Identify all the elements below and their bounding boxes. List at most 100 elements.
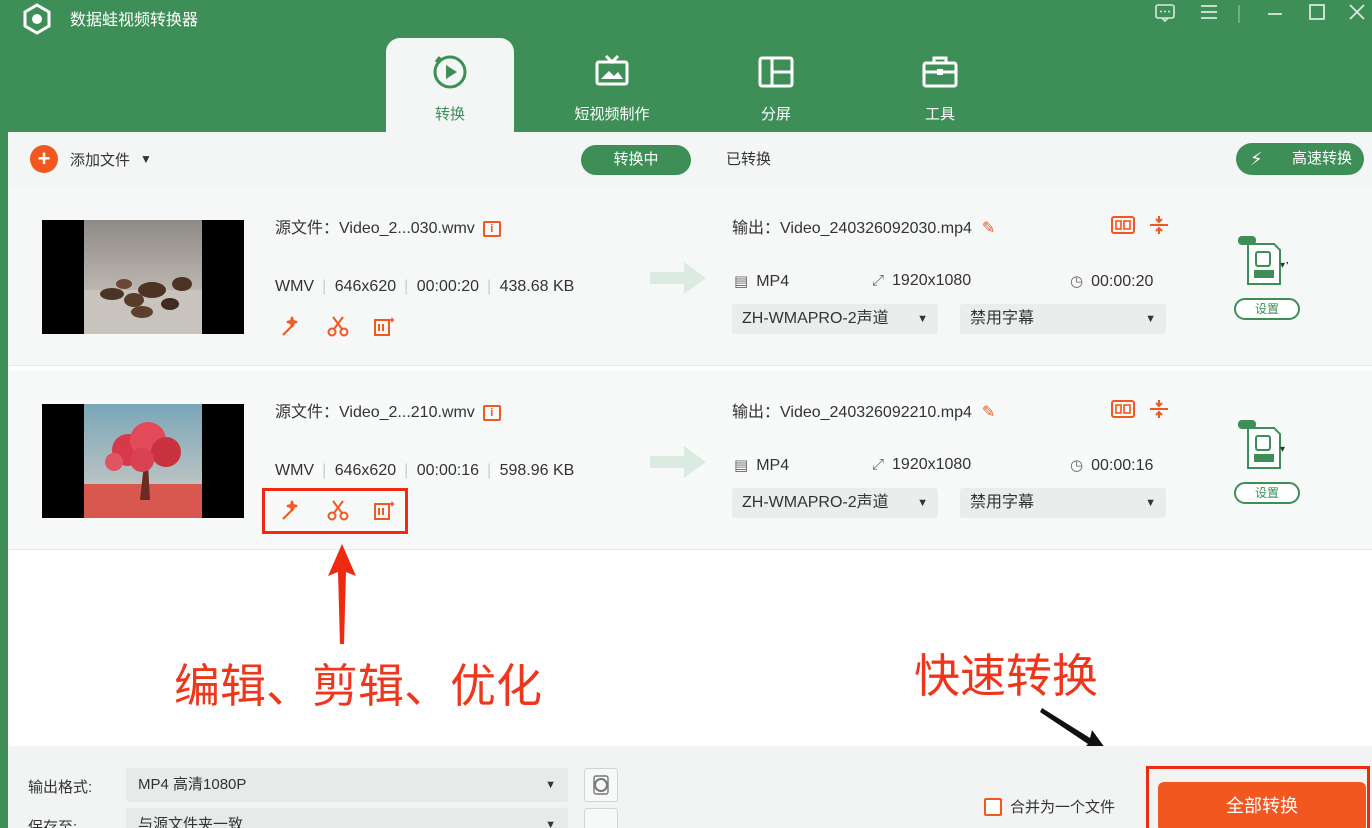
tab-tools[interactable]: 工具 [876,38,1004,134]
tv-icon [595,54,629,86]
tab-split-screen[interactable]: 分屏 [712,38,840,134]
merge-checkbox[interactable] [984,797,1002,816]
maximize-icon[interactable] [1304,3,1330,25]
subtitle-select[interactable]: 禁用字幕 ▼ [960,304,1166,334]
audio-track-select[interactable]: ZH-WMAPRO-2声道 ▼ [732,488,938,518]
source-duration: 00:00:20 [416,278,479,295]
merge-checkbox-row[interactable]: 合并为一个文件 [984,796,1115,817]
save-to-select-value: 与源文件夹一致 [138,816,244,828]
close-icon[interactable] [1344,3,1370,25]
edit-wand-icon[interactable] [280,314,304,338]
clock-icon: ◷ [1070,273,1084,290]
edit-tools [280,314,410,342]
merge-label: 合并为一个文件 [1010,799,1116,816]
chevron-down-icon: ▼ [545,819,556,828]
file-row: 源文件：Video_2...210.wmv i WMV | 646x620 | 00:… [8,370,1372,550]
chevron-down-icon[interactable]: ▼ [140,152,152,166]
source-file-label: 源文件：Video_2...030.wmv [275,220,475,237]
title-divider [1238,5,1240,23]
video-thumbnail[interactable] [42,220,244,334]
output-format-value: MP4 [756,273,790,290]
subtitle-edit-icon[interactable] [1110,214,1136,236]
plus-icon: + [30,145,58,173]
source-resolution: 646x620 [334,278,397,295]
tab-converted[interactable]: 已转换 [726,145,771,175]
output-format-mp4-icon[interactable]: ▾ [1228,416,1288,472]
subtitle-edit-icon[interactable] [1110,398,1136,420]
menu-icon[interactable] [1196,3,1222,25]
tab-convert-label: 转换 [434,106,465,123]
minimize-icon[interactable] [1262,3,1288,25]
output-format-mp4-icon[interactable]: ▾ [1228,232,1288,288]
source-meta: WMV | 646x620 | 00:00:16 | 598.96 KB [275,462,575,479]
toolbox-icon [922,56,958,88]
info-icon[interactable]: i [482,405,501,421]
chevron-down-icon: ▼ [545,779,556,791]
tab-split-screen-label: 分屏 [760,106,791,123]
video-thumbnail[interactable] [42,404,244,518]
window-left-border [0,132,8,828]
output-duration-value: 00:00:16 [1091,457,1154,474]
open-folder-button[interactable] [584,808,618,828]
turbo-convert-button[interactable]: ⚡ 高速转换 [1236,143,1364,175]
annotation-caption-tools: 编辑、剪辑、优化 [174,659,542,713]
source-file-name: 源文件：Video_2...030.wmv i [275,214,501,238]
compress-icon[interactable] [1146,214,1172,236]
source-size: 598.96 KB [499,462,575,479]
chevron-down-icon: ▼ [917,497,928,509]
enhance-icon[interactable] [372,314,396,338]
film-icon: ▤ [734,273,749,290]
source-resolution: 646x620 [334,462,397,479]
source-file-label: 源文件：Video_2...210.wmv [275,404,475,421]
source-format: WMV [275,462,315,479]
format-settings-button[interactable] [584,768,618,802]
tab-converting[interactable]: 转换中 [581,145,691,175]
output-format-select[interactable]: MP4 高清1080P ▼ [126,768,568,802]
audio-track-value: ZH-WMAPRO-2声道 [742,310,889,327]
settings-button[interactable]: 设置 [1234,482,1300,504]
compress-icon[interactable] [1146,398,1172,420]
chevron-down-icon: ▼ [917,313,928,325]
audio-track-select[interactable]: ZH-WMAPRO-2声道 ▼ [732,304,938,334]
source-file-name: 源文件：Video_2...210.wmv i [275,398,501,422]
svg-text:▾: ▾ [1280,260,1285,271]
annotation-arrow-up [328,544,356,644]
output-file-name: 输出：Video_240326092030.mp4 ✎ [732,214,995,238]
add-file-label: 添加文件 [70,151,131,169]
add-file-button[interactable]: + 添加文件 ▼ [30,145,152,173]
output-resolution: ⤢ 1920x1080 [872,456,971,474]
scissors-icon[interactable] [326,314,350,338]
output-duration-value: 00:00:20 [1091,273,1154,290]
output-format-value: MP4 [756,457,790,474]
arrow-right-icon [650,262,706,294]
gear-icon [593,775,609,795]
output-format: ▤ MP4 [734,456,789,475]
output-resolution-value: 1920x1080 [892,456,972,473]
output-file-label: 输出：Video_240326092030.mp4 [732,220,972,237]
svg-text:▾: ▾ [1280,444,1285,455]
turbo-convert-label: 高速转换 [1291,150,1352,167]
pencil-icon[interactable]: ✎ [982,402,995,422]
output-duration: ◷ 00:00:20 [1070,272,1153,291]
app-title: 数据蛙视频转换器 [70,12,199,29]
save-to-label: 保存至: [28,819,78,828]
output-file-name: 输出：Video_240326092210.mp4 ✎ [732,398,995,422]
film-icon: ▤ [734,457,749,474]
annotation-box-tools [262,488,408,534]
annotation-box-convert [1146,766,1370,828]
settings-button[interactable]: 设置 [1234,298,1300,320]
save-to-select[interactable]: 与源文件夹一致 ▼ [126,808,568,828]
file-row: 源文件：Video_2...030.wmv i WMV | 646x620 | 00:… [8,186,1372,366]
pencil-icon[interactable]: ✎ [982,218,995,238]
source-meta: WMV | 646x620 | 00:00:20 | 438.68 KB [275,278,575,295]
lightning-icon: ⚡ [1250,149,1263,169]
tab-convert[interactable]: 转换 [386,38,514,134]
feedback-icon[interactable] [1152,3,1178,25]
tab-short-video[interactable]: 短视频制作 [548,38,676,134]
subtitle-value: 禁用字幕 [970,494,1035,511]
chevron-down-icon: ▼ [1145,497,1156,509]
subtitle-select[interactable]: 禁用字幕 ▼ [960,488,1166,518]
title-bar: 数据蛙视频转换器 转换 短视频制作 分屏 工具 [0,0,1372,134]
output-duration: ◷ 00:00:16 [1070,456,1153,475]
info-icon[interactable]: i [482,221,501,237]
